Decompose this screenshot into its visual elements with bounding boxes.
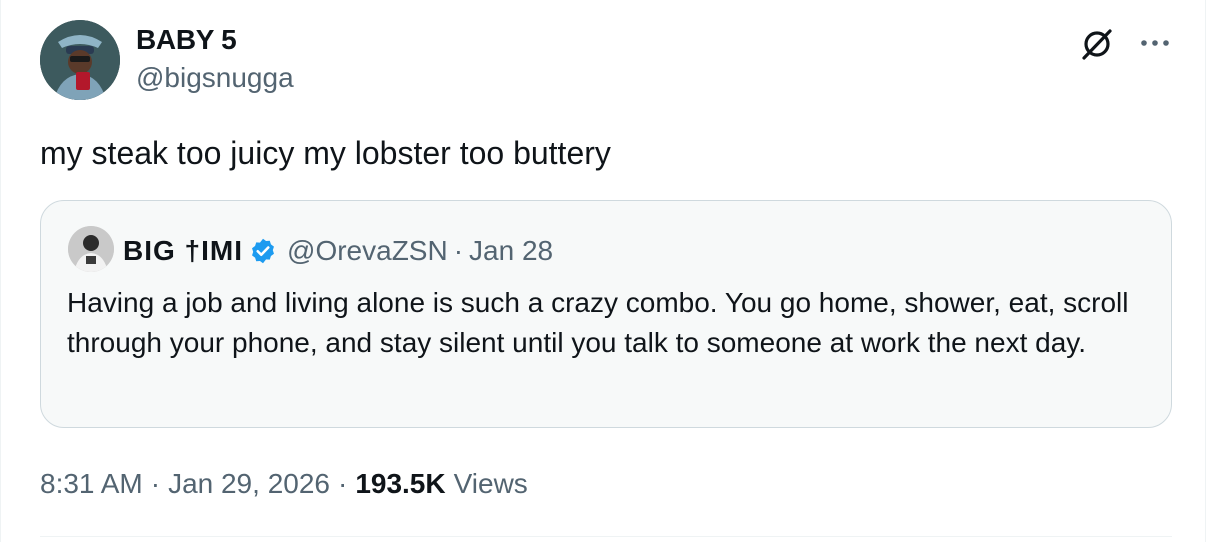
divider: [40, 536, 1172, 537]
quoted-author-handle[interactable]: @OrevaZSN: [287, 235, 448, 267]
tweet-date[interactable]: Jan 29, 2026: [168, 468, 330, 500]
quoted-tweet-text: Having a job and living alone is such a …: [67, 287, 1129, 358]
author-info: BABY 5 @bigsnugga: [136, 22, 294, 96]
quoted-author-display-name[interactable]: BIG †IMI: [123, 235, 243, 267]
quoted-author-avatar-image: [68, 226, 114, 272]
tweet-card: BABY 5 @bigsnugga my steak too juicy my …: [0, 0, 1206, 542]
quoted-tweet-header: BIG †IMI @OrevaZSN · Jan 28: [123, 231, 553, 271]
quoted-tweet-date[interactable]: Jan 28: [469, 235, 553, 267]
quoted-tweet[interactable]: BIG †IMI @OrevaZSN · Jan 28 Having a job…: [40, 200, 1172, 428]
verified-badge-icon: [249, 237, 277, 265]
tweet-time[interactable]: 8:31 AM: [40, 468, 143, 500]
author-avatar[interactable]: [40, 20, 120, 100]
views-label: Views: [453, 468, 528, 499]
author-avatar-image: [40, 20, 120, 100]
grok-icon[interactable]: [1077, 24, 1117, 64]
tweet-metadata: 8:31 AM · Jan 29, 2026 · 193.5K Views: [40, 464, 528, 504]
more-options-icon[interactable]: [1135, 26, 1175, 60]
quoted-author-avatar[interactable]: [68, 226, 114, 272]
meta-separator: ·: [337, 468, 348, 499]
author-handle[interactable]: @bigsnugga: [136, 60, 294, 96]
quoted-header-separator: ·: [453, 235, 464, 266]
meta-separator: ·: [150, 468, 161, 499]
author-display-name[interactable]: BABY 5: [136, 22, 294, 58]
views-count: 193.5K: [355, 468, 446, 499]
tweet-text: my steak too juicy my lobster too butter…: [40, 135, 611, 171]
